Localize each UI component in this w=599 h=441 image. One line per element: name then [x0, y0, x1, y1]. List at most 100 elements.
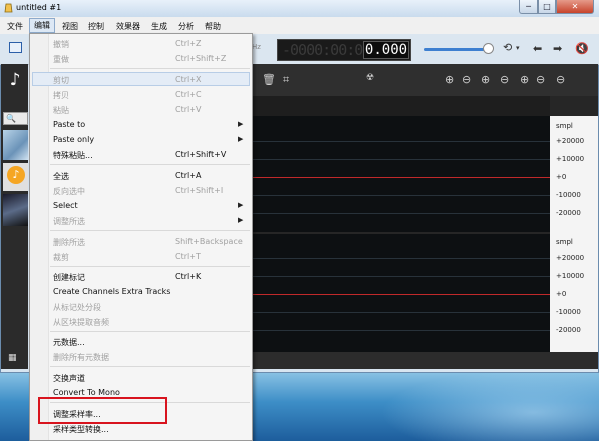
menu-item-create-marker[interactable]: 创建标记 [53, 272, 85, 283]
zoom-in-icon[interactable]: ⊕ [445, 73, 454, 86]
submenu-arrow-icon: ▶ [238, 201, 244, 209]
menu-item-cut[interactable]: 剪切 [53, 75, 69, 86]
gridline [252, 195, 550, 196]
gridline [252, 141, 550, 142]
menu-item-select[interactable]: Select [53, 201, 78, 210]
hz-label: Hz [252, 43, 261, 51]
submenu-arrow-icon: ▶ [238, 120, 244, 128]
title-bar [0, 0, 599, 17]
zero-line [252, 177, 550, 178]
menu-item-paste-special[interactable]: 特殊粘贴... [53, 150, 93, 161]
scale-label: +20000 [556, 254, 585, 262]
radioactive-icon[interactable]: ☢ [366, 73, 374, 83]
menu-item-delete-all-metadata[interactable]: 删除所有元数据 [53, 352, 109, 363]
submenu-arrow-icon: ▶ [238, 135, 244, 143]
zoom-out-icon[interactable]: ⊖ [462, 73, 471, 86]
grid-icon[interactable]: ▦ [8, 353, 17, 363]
crop-icon[interactable]: ⌗ [283, 73, 289, 87]
mute-icon[interactable]: 🔇 [575, 42, 589, 55]
menu-item-swap-channels[interactable]: 交换声道 [53, 373, 85, 384]
menu-separator [50, 68, 250, 69]
file-thumbnail[interactable] [3, 194, 28, 226]
menu-shortcut: Ctrl+Shift+Z [175, 54, 227, 63]
music-note-icon[interactable]: ♪ [4, 68, 26, 92]
search-icon[interactable]: 🔍 [3, 112, 28, 125]
zoom-vertical-out-icon[interactable]: ⊖ [536, 73, 545, 86]
menu-item-trim[interactable]: 裁剪 [53, 252, 69, 263]
menu-item-paste-to[interactable]: Paste to [53, 120, 85, 129]
menu-shortcut: Shift+Backspace [175, 237, 243, 246]
menu-help[interactable]: 帮助 [205, 21, 221, 32]
maximize-button[interactable]: □ [538, 0, 556, 14]
history-dropdown-icon[interactable]: ▾ [516, 44, 520, 52]
scale-label: -20000 [556, 326, 581, 334]
scale-label: +20000 [556, 137, 585, 145]
menu-shortcut: Ctrl+Shift+I [175, 186, 224, 195]
menu-item-redo[interactable]: 重做 [53, 54, 69, 65]
menu-file[interactable]: 文件 [7, 21, 23, 32]
menu-control[interactable]: 控制 [88, 21, 104, 32]
gridline [252, 213, 550, 214]
scale-label: -10000 [556, 308, 581, 316]
menu-item-delete-selection[interactable]: 删除所选 [53, 237, 85, 248]
window-title: untitled #1 [16, 3, 62, 12]
menu-item-undo[interactable]: 撤销 [53, 39, 69, 50]
zoom-selection-icon[interactable]: ⊕ [481, 73, 490, 86]
menu-item-sample-type-convert[interactable]: 采样类型转换... [53, 424, 109, 435]
zoom-vertical-in-icon[interactable]: ⊕ [520, 73, 529, 86]
timeline-ruler[interactable] [252, 96, 550, 116]
menu-separator [50, 266, 250, 267]
scale-label: -20000 [556, 209, 581, 217]
submenu-arrow-icon: ▶ [238, 216, 244, 224]
editor-status-strip [252, 352, 598, 369]
zero-line [252, 294, 550, 295]
waveform-channel-1[interactable] [252, 116, 550, 232]
menu-shortcut: Ctrl+Shift+V [175, 150, 227, 159]
menu-shortcut: Ctrl+A [175, 171, 202, 180]
scale-label: +10000 [556, 155, 585, 163]
menu-item-create-channels-extra-tracks[interactable]: Create Channels Extra Tracks [53, 287, 170, 296]
trash-icon[interactable]: 🗑 [262, 73, 276, 86]
menu-separator [50, 164, 250, 165]
menu-effects[interactable]: 效果器 [116, 21, 140, 32]
menu-shortcut: Ctrl+T [175, 252, 201, 261]
menu-icon-gutter [30, 34, 49, 440]
minimize-button[interactable]: ─ [519, 0, 538, 14]
menu-analyze[interactable]: 分析 [178, 21, 194, 32]
menu-shortcut: Ctrl+C [175, 90, 202, 99]
menu-shortcut: Ctrl+V [175, 105, 202, 114]
zoom-vertical-fit-icon[interactable]: ⊖ [556, 73, 565, 86]
volume-slider-track[interactable] [424, 48, 490, 51]
selection-tool-icon[interactable] [9, 42, 22, 53]
waveform-channel-2[interactable] [252, 234, 550, 352]
menu-item-split-at-markers[interactable]: 从标记处分段 [53, 302, 101, 313]
scale-unit: smpl [556, 122, 573, 130]
menu-item-copy[interactable]: 拷贝 [53, 90, 69, 101]
forward-arrow-icon[interactable]: ➡ [553, 42, 562, 55]
menu-generate[interactable]: 生成 [151, 21, 167, 32]
menu-edit[interactable]: 编辑 [29, 18, 55, 33]
editor-toolbar [252, 64, 598, 96]
file-thumbnail[interactable] [3, 130, 28, 160]
gridline [252, 159, 550, 160]
history-icon[interactable]: ⟲ [503, 41, 512, 54]
back-arrow-icon[interactable]: ⬅ [533, 42, 542, 55]
menu-item-convert-to-mono[interactable]: Convert To Mono [53, 388, 120, 397]
menu-item-metadata[interactable]: 元数据... [53, 337, 85, 348]
scale-label: -10000 [556, 191, 581, 199]
menu-item-adjust-selection[interactable]: 调整所选 [53, 216, 85, 227]
close-button[interactable]: ✕ [556, 0, 594, 14]
gridline [252, 258, 550, 259]
menu-item-invert-selection[interactable]: 反向选中 [53, 186, 85, 197]
timecode-dim-digits: -0000:00:0 [282, 41, 363, 59]
menu-item-extract-region-audio[interactable]: 从区块提取音频 [53, 317, 109, 328]
zoom-fit-icon[interactable]: ⊖ [500, 73, 509, 86]
volume-slider-handle[interactable] [483, 43, 494, 54]
menu-shortcut: Ctrl+X [175, 75, 202, 84]
app-icon [4, 3, 13, 13]
menu-item-paste[interactable]: 粘贴 [53, 105, 69, 116]
menu-item-paste-only[interactable]: Paste only [53, 135, 94, 144]
menu-view[interactable]: 视图 [62, 21, 78, 32]
scale-label: +0 [556, 173, 567, 181]
menu-item-select-all[interactable]: 全选 [53, 171, 69, 182]
